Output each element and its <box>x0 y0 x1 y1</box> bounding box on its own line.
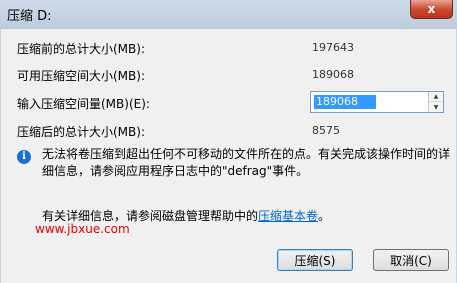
info-icon: i <box>17 150 31 164</box>
close-button[interactable]: x <box>410 0 453 19</box>
spinner-up-icon[interactable]: ▲ <box>429 92 443 102</box>
spinner-arrows: ▲ ▼ <box>428 92 443 112</box>
spinner-down-icon[interactable]: ▼ <box>429 102 443 112</box>
close-icon: x <box>427 2 436 16</box>
shrink-button[interactable]: 压缩(S) <box>277 249 353 271</box>
dialog-body: 压缩前的总计大小(MB): 197643 可用压缩空间大小(MB): 18906… <box>0 29 457 283</box>
title-bar: 压缩 D: x <box>0 0 457 30</box>
shrink-amount-label: 输入压缩空间量(MB)(E): <box>17 97 150 111</box>
help-prefix: 有关详细信息，请参阅磁盘管理帮助中的 <box>42 209 259 223</box>
available-shrink-label: 可用压缩空间大小(MB): <box>17 69 145 83</box>
shrink-amount-input[interactable]: 189068 <box>314 95 376 109</box>
total-size-after-label: 压缩后的总计大小(MB): <box>17 125 145 139</box>
info-message: 无法将卷压缩到超出任何不可移动的文件所在的点。有关完成该操作时间的详细信息，请参… <box>42 147 451 178</box>
help-suffix: 。 <box>318 209 331 223</box>
help-link-shrink-basic-volume[interactable]: 压缩基本卷 <box>258 209 318 223</box>
available-shrink-value: 189068 <box>312 68 354 81</box>
total-size-before-label: 压缩前的总计大小(MB): <box>17 42 145 56</box>
watermark-url: www.jbxue.com <box>35 222 130 236</box>
shrink-amount-stepper[interactable]: 189068 ▲ ▼ <box>310 91 444 113</box>
total-size-before-value: 197643 <box>312 41 354 54</box>
window-title: 压缩 D: <box>7 9 52 24</box>
total-size-after-value: 8575 <box>312 124 340 137</box>
cancel-button[interactable]: 取消(C) <box>373 249 449 271</box>
